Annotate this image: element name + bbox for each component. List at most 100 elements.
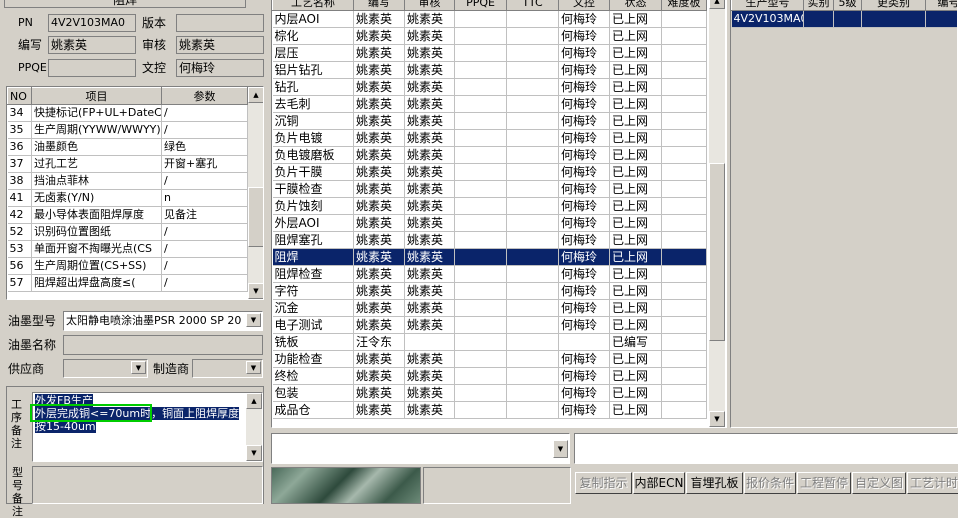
scroll-up-icon[interactable]: ▲ [709,0,725,9]
table-row[interactable]: 功能检查姚素英姚素英何梅玲已上网 [273,351,707,368]
table-row[interactable]: 负片蚀刻姚素英姚素英何梅玲已上网 [273,198,707,215]
toolbar-button[interactable]: 报价条件 [744,472,796,494]
toolbar-button[interactable]: 工程暂停 [797,472,851,494]
table-row[interactable]: 铣板汪令东已编写 [273,334,707,351]
table-row[interactable]: 铝片钻孔姚素英姚素英何梅玲已上网 [273,62,707,79]
table-row[interactable]: 沉铜姚素英姚素英何梅玲已上网 [273,113,707,130]
notes-scrollbar[interactable]: ▲ ▼ [246,393,262,461]
params-table[interactable]: NO 项目 参数 34快捷标记(FP+UL+DateCo/35生产周期(YYWW… [6,86,264,300]
params-col-value[interactable]: 参数 [162,88,248,105]
pn-field[interactable]: 4V2V103MA0 [48,14,136,32]
col-ttc[interactable]: TTC [507,0,559,11]
params-scrollbar[interactable]: ▲ ▼ [248,87,264,299]
table-row[interactable]: 钻孔姚素英姚素英何梅玲已上网 [273,79,707,96]
col-reviewer[interactable]: 审核 [405,0,455,11]
params-row[interactable]: 42最小导体表面阻焊厚度见备注 [8,207,248,224]
table-row[interactable]: 电子测试姚素英姚素英何梅玲已上网 [273,317,707,334]
table-row[interactable]: 去毛刺姚素英姚素英何梅玲已上网 [273,96,707,113]
col-process-name[interactable]: 工艺名称 [273,0,354,11]
scroll-up-icon[interactable]: ▲ [246,393,262,409]
models-grid[interactable]: 生产型号 实别 5级 更类别 编号 4V2V103MA0 [730,0,958,428]
cell-ttc [507,385,559,402]
ink-name-field[interactable] [63,335,263,355]
col-doc-control[interactable]: 文控 [559,0,610,11]
toolbar-button[interactable]: 自定义图 [852,472,906,494]
ppqe-field[interactable] [48,59,136,77]
params-row[interactable]: 36油墨颜色绿色 [8,139,248,156]
col-ppqe[interactable]: PPQE [455,0,507,11]
col-level[interactable]: 5级 [834,0,862,11]
cell-process-name: 去毛刺 [273,96,354,113]
param-item: 生产周期位置(CS+SS) [32,258,162,275]
author-field[interactable]: 姚素英 [48,36,136,54]
toolbar-button[interactable]: 盲埋孔板 [686,472,743,494]
table-row[interactable]: 字符姚素英姚素英何梅玲已上网 [273,283,707,300]
col-status[interactable]: 状态 [610,0,662,11]
cell-doc-control: 何梅玲 [559,198,610,215]
table-row[interactable]: 负片干膜姚素英姚素英何梅玲已上网 [273,164,707,181]
table-row[interactable]: 负电镀磨板姚素英姚素英何梅玲已上网 [273,147,707,164]
doc-control-field[interactable]: 何梅玲 [176,59,264,77]
version-field[interactable] [176,14,264,32]
process-scrollbar[interactable]: ▲ ▼ [709,0,725,427]
table-row[interactable]: 阻焊检查姚素英姚素英何梅玲已上网 [273,266,707,283]
cell-author: 姚素英 [354,249,405,266]
col-author[interactable]: 编写 [354,0,405,11]
param-item: 最小导体表面阻焊厚度 [32,207,162,224]
toolbar-button[interactable]: 内部ECN [633,472,685,494]
table-row[interactable]: 终检姚素英姚素英何梅玲已上网 [273,368,707,385]
scroll-thumb[interactable] [248,187,264,247]
chevron-down-icon[interactable]: ▼ [553,440,568,458]
params-row[interactable]: 34快捷标记(FP+UL+DateCo/ [8,105,248,122]
col-number[interactable]: 编号 [926,0,958,11]
supplier-select[interactable]: ▼ [63,359,148,378]
table-row[interactable]: 包装姚素英姚素英何梅玲已上网 [273,385,707,402]
scroll-down-icon[interactable]: ▼ [248,283,264,299]
col-type[interactable]: 实别 [804,0,834,11]
params-row[interactable]: 53单面开窗不掏曝光点(CS/ [8,241,248,258]
param-value: 绿色 [162,139,248,156]
table-row[interactable]: 层压姚素英姚素英何梅玲已上网 [273,45,707,62]
ink-model-select[interactable]: 太阳静电喷涂油墨PSR 2000 SP 20 ▼ [63,311,263,331]
params-col-no[interactable]: NO [8,88,32,105]
process-remark-select[interactable]: ▼ [271,433,570,464]
table-row[interactable]: 外层AOI姚素英姚素英何梅玲已上网 [273,215,707,232]
table-row[interactable]: 内层AOI姚素英姚素英何梅玲已上网 [273,11,707,28]
maker-select[interactable]: ▼ [192,359,263,378]
col-difficulty[interactable]: 难度板 [662,0,707,11]
cell-author: 姚素英 [354,45,405,62]
table-row[interactable]: 阻焊姚素英姚素英何梅玲已上网 [273,249,707,266]
scroll-down-icon[interactable]: ▼ [246,445,262,461]
table-row[interactable]: 干膜检查姚素英姚素英何梅玲已上网 [273,181,707,198]
col-change-type[interactable]: 更类别 [862,0,926,11]
scroll-thumb[interactable] [709,163,725,341]
table-row[interactable]: 4V2V103MA0 [732,11,958,28]
params-row[interactable]: 57阻焊超出焊盘高度≤(/ [8,275,248,292]
params-row[interactable]: 52识别码位置图纸/ [8,224,248,241]
params-row[interactable]: 56生产周期位置(CS+SS)/ [8,258,248,275]
model-notes-textarea[interactable] [32,466,263,504]
params-row[interactable]: 35生产周期(YYWW/WWYY)/ [8,122,248,139]
params-row[interactable]: 38挡油点菲林/ [8,173,248,190]
col-production-model[interactable]: 生产型号 [732,0,804,11]
chevron-down-icon[interactable]: ▼ [131,361,146,374]
params-row[interactable]: 37过孔工艺开窗+塞孔 [8,156,248,173]
scroll-up-icon[interactable]: ▲ [248,87,264,103]
params-col-item[interactable]: 项目 [32,88,162,105]
chevron-down-icon[interactable]: ▼ [246,361,261,374]
table-row[interactable]: 棕化姚素英姚素英何梅玲已上网 [273,28,707,45]
scroll-down-icon[interactable]: ▼ [709,411,725,427]
cell-ttc [507,28,559,45]
process-notes-textarea[interactable]: 外发FB生产 外层完成铜<=70um时，铜面上阻焊厚度 按15-40um ▲ ▼ [32,392,263,462]
params-row[interactable]: 41无卤素(Y/N)n [8,190,248,207]
toolbar-button[interactable]: 工艺计时 [907,472,958,494]
table-row[interactable]: 沉金姚素英姚素英何梅玲已上网 [273,300,707,317]
table-row[interactable]: 阻焊塞孔姚素英姚素英何梅玲已上网 [273,232,707,249]
process-grid[interactable]: 工艺名称 编写 审核 PPQE TTC 文控 状态 难度板 内层AOI姚素英姚素… [271,0,727,428]
table-row[interactable]: 负片电镀姚素英姚素英何梅玲已上网 [273,130,707,147]
table-row[interactable]: 成品仓姚素英姚素英何梅玲已上网 [273,402,707,419]
remark-input[interactable] [574,433,958,464]
toolbar-button[interactable]: 复制指示 [575,472,632,494]
chevron-down-icon[interactable]: ▼ [246,313,261,327]
reviewer-field[interactable]: 姚素英 [176,36,264,54]
